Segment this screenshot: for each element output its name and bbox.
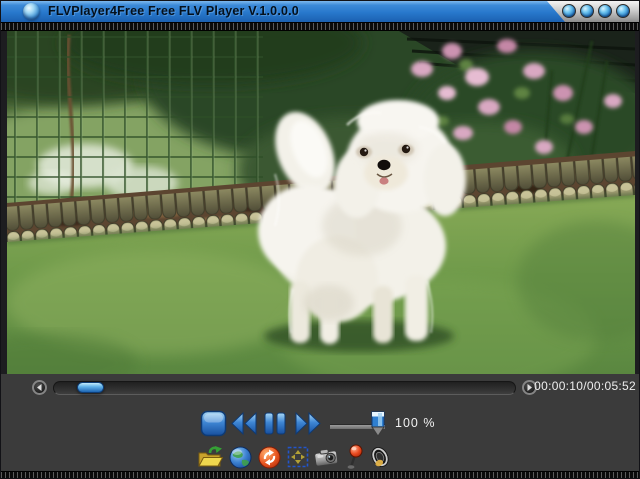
mute-speaker-icon[interactable]: [367, 444, 393, 470]
fast-forward-icon[interactable]: [293, 411, 322, 436]
ribbed-divider-bottom: [1, 471, 640, 479]
titlebar-orb-button-3[interactable]: [598, 4, 612, 18]
stop-icon[interactable]: [200, 410, 227, 437]
resize-video-icon[interactable]: [285, 444, 311, 470]
toolbar: [1, 442, 640, 471]
titlebar[interactable]: FLVPlayer4Free Free FLV Player V.1.0.0.0: [1, 1, 640, 22]
titlebar-orb-button-1[interactable]: [562, 4, 576, 18]
transport-controls: 100 %: [1, 405, 640, 443]
rewind-icon[interactable]: [230, 411, 259, 436]
always-on-top-pin-icon[interactable]: [345, 444, 363, 470]
ribbed-divider-top: [1, 22, 640, 31]
seek-back-arrow-icon[interactable]: [32, 380, 47, 395]
window-title: FLVPlayer4Free Free FLV Player V.1.0.0.0: [48, 1, 299, 22]
titlebar-orb-button-2[interactable]: [580, 4, 594, 18]
open-file-folder-icon[interactable]: [197, 444, 223, 470]
player-orb-logo-icon: [23, 3, 40, 20]
video-content-dog-in-garden: [7, 31, 635, 374]
flv-player-window: FLVPlayer4Free Free FLV Player V.1.0.0.0: [0, 0, 640, 479]
snapshot-camera-icon[interactable]: [313, 444, 339, 470]
seek-thumb[interactable]: [77, 382, 104, 393]
repeat-refresh-icon[interactable]: [256, 444, 282, 470]
seek-track[interactable]: [53, 381, 516, 395]
pause-icon[interactable]: [263, 411, 287, 436]
time-display: 00:00:10/00:05:52: [516, 379, 636, 393]
video-display[interactable]: [7, 31, 635, 374]
video-frame: [1, 31, 640, 374]
open-url-globe-icon[interactable]: [227, 444, 253, 470]
titlebar-orb-button-4[interactable]: [616, 4, 630, 18]
volume-percent-label: 100 %: [395, 416, 435, 430]
seekbar: 00:00:10/00:05:52: [1, 374, 640, 401]
volume-thumb[interactable]: [371, 411, 385, 437]
